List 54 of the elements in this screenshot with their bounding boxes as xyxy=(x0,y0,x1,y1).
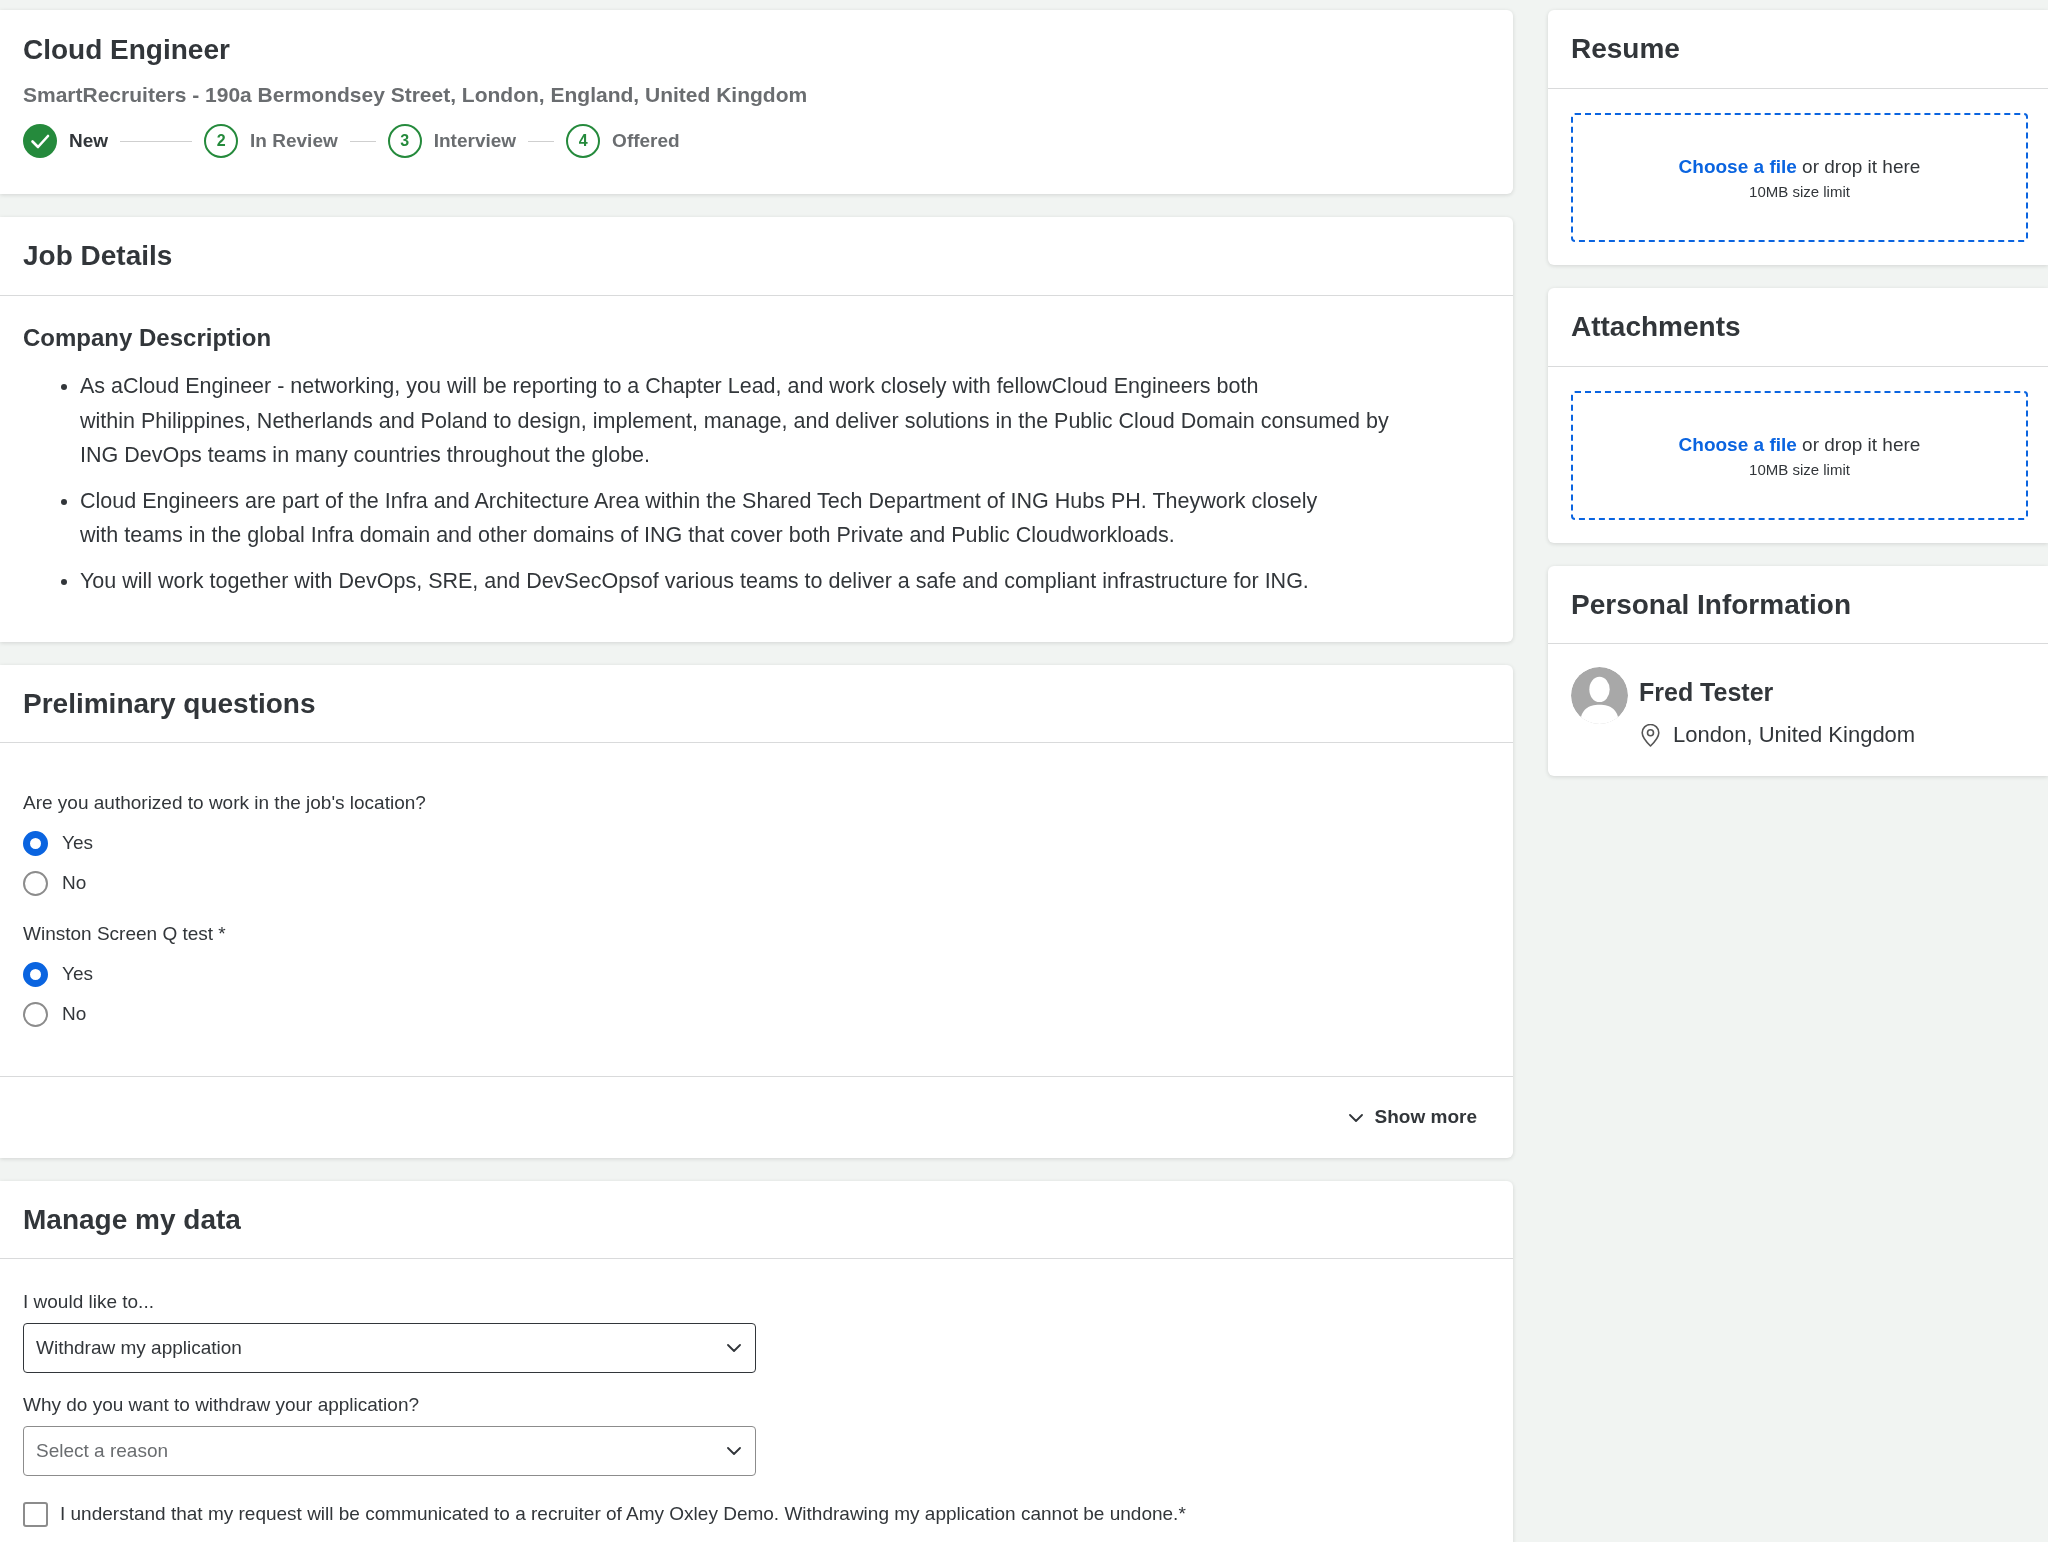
radio-button[interactable] xyxy=(23,961,48,987)
section-title: Personal Information xyxy=(1571,587,1852,622)
bullet-icon xyxy=(61,578,67,585)
choose-file-link[interactable]: Choose a file xyxy=(1678,155,1797,177)
section-title: Job Details xyxy=(23,239,173,273)
step-label: In Review xyxy=(250,128,338,153)
section-title: Resume xyxy=(1571,32,1680,66)
job-location: SmartRecruiters - 190a Bermondsey Street, London, England, United Kingdom xyxy=(23,82,808,108)
show-more-button[interactable]: Show more xyxy=(1348,1103,1477,1132)
select-field[interactable]: Select a reason xyxy=(23,1426,756,1476)
checkbox[interactable] xyxy=(23,1501,48,1527)
description-text: As aCloud Engineer - networking, you will be reporting to a Chapter Lead, and work closely with fellowCloud Engineers both within Philippines, Netherlands and Poland to design, implement, manage, and deliver solutions in the Public Cloud Domain consumed by ING DevOps teams in many countries throughout the globe. xyxy=(80,373,1390,469)
radio-button[interactable] xyxy=(23,830,48,856)
step-number: 2 xyxy=(204,124,239,158)
field-label: I would like to... xyxy=(23,1290,154,1314)
bullet-icon xyxy=(61,498,67,505)
step-number: 4 xyxy=(566,124,601,158)
bullet-icon xyxy=(61,384,67,390)
dropzone-prompt: Choose a file or drop it here xyxy=(1678,432,1921,457)
chevron-down-icon xyxy=(727,1447,741,1455)
avatar-icon xyxy=(1571,667,1628,724)
step-label: Interview xyxy=(433,128,517,153)
chevron-down-icon xyxy=(727,1344,741,1352)
question-text: Winston Screen Q test * xyxy=(23,922,226,946)
radio-button[interactable] xyxy=(23,1001,48,1027)
file-dropzone[interactable]: Choose a file or drop it here 10MB size limit xyxy=(1571,391,2028,520)
description-text: You will work together with DevOps, SRE, and DevSecOpsof various teams to deliver a safe and compliant infrastructure for ING. xyxy=(80,567,1310,595)
step-label: Offered xyxy=(612,128,680,153)
section-title: Attachments xyxy=(1571,310,1741,344)
section-title: Preliminary questions xyxy=(23,686,316,721)
job-title: Cloud Engineer xyxy=(23,33,230,67)
question-text: Are you authorized to work in the job's location? xyxy=(23,791,426,815)
chevron-down-icon xyxy=(1348,1113,1363,1122)
size-limit-text: 10MB size limit xyxy=(1749,459,1850,480)
size-limit-text: 10MB size limit xyxy=(1749,181,1850,202)
select-field[interactable]: Withdraw my application xyxy=(23,1323,756,1373)
file-dropzone[interactable]: Choose a file or drop it here 10MB size limit xyxy=(1571,113,2028,242)
subsection-title: Company Description xyxy=(23,323,272,353)
field-label: Why do you want to withdraw your application? xyxy=(23,1393,420,1417)
radio-button[interactable] xyxy=(23,870,48,896)
radio-label: Yes xyxy=(62,961,93,986)
description-text: Cloud Engineers are part of the Infra and Architecture Area within the Shared Tech Department of ING Hubs PH. Theywork closely with teams in the global Infra domain and other domains of ING that cover both Private and Public Cloudworkloads. xyxy=(80,487,1319,549)
radio-label: No xyxy=(62,1001,87,1026)
location-pin-icon xyxy=(1641,723,1660,747)
step-label: New xyxy=(69,128,109,153)
dropzone-prompt: Choose a file or drop it here xyxy=(1678,154,1921,179)
section-title: Manage my data xyxy=(23,1202,241,1237)
radio-label: Yes xyxy=(62,830,93,855)
choose-file-link[interactable]: Choose a file xyxy=(1678,433,1797,455)
radio-label: No xyxy=(62,870,87,895)
location-text: London, United Kingdom xyxy=(1673,721,1916,749)
person-name: Fred Tester xyxy=(1639,677,1774,708)
step-number: 3 xyxy=(387,124,422,158)
consent-text: I understand that my request will be communicated to a recruiter of Amy Oxley Demo. Withdrawing my application cannot be undone.* xyxy=(60,1502,1186,1526)
